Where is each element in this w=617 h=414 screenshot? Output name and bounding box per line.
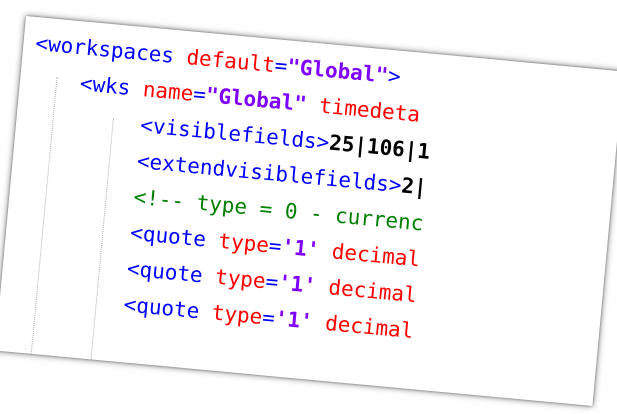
xml-number-token: 25|106|1 — [328, 130, 432, 164]
xml-attribute-token: type — [210, 300, 264, 330]
xml-tag-token: <quote — [126, 256, 217, 289]
xml-value-token: '1' — [280, 234, 321, 263]
xml-tag-token: <workspaces — [34, 31, 188, 69]
xml-code-editor[interactable]: <workspaces default="Global"> <wks name=… — [0, 16, 617, 406]
xml-number-token: 2| — [400, 173, 428, 200]
xml-attribute-token: timedeta — [305, 92, 422, 127]
xml-value-token: '1' — [277, 270, 318, 298]
xml-attribute-token: decimal — [311, 309, 415, 344]
xml-attribute-token: type — [214, 264, 267, 294]
xml-attribute-token: default — [185, 45, 276, 78]
code-snippet-card: <workspaces default="Global"> <wks name=… — [0, 16, 617, 406]
xml-tag-token: <wks — [78, 71, 145, 102]
xml-attribute-token: name — [141, 77, 195, 106]
xml-attribute-token: decimal — [318, 238, 422, 272]
xml-attribute-token: decimal — [314, 273, 418, 308]
xml-tag-token: > — [386, 63, 402, 89]
xml-attribute-token: type — [217, 228, 271, 258]
xml-value-token: "Global" — [286, 54, 390, 88]
xml-value-token: "Global" — [204, 83, 308, 117]
xml-tag-token: <quote — [122, 292, 214, 325]
screenshot-stage: <workspaces default="Global"> <wks name=… — [0, 0, 617, 414]
xml-value-token: '1' — [273, 306, 314, 334]
xml-tag-token: <quote — [129, 220, 220, 253]
